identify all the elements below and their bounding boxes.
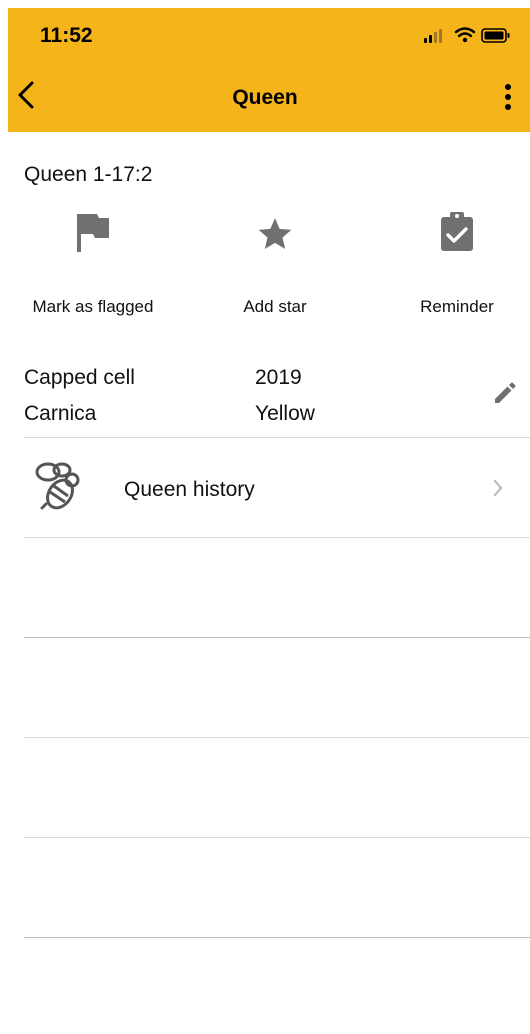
pencil-icon (495, 382, 516, 403)
mark-flagged-button[interactable]: Mark as flagged (18, 210, 168, 320)
divider (24, 737, 530, 738)
reminder-button[interactable]: Reminder (382, 210, 530, 320)
status-icons (422, 26, 512, 44)
queen-history-label: Queen history (124, 478, 255, 501)
queen-name: Queen 1-17:2 (24, 163, 153, 186)
chevron-right-icon (492, 478, 504, 498)
queen-history-row[interactable]: Queen history (0, 438, 530, 537)
edit-button[interactable] (492, 382, 516, 406)
star-icon (255, 214, 295, 259)
more-vertical-icon (505, 84, 511, 110)
more-options-button[interactable] (502, 82, 514, 112)
reminder-label: Reminder (420, 297, 494, 316)
status-indicators-icon (424, 27, 510, 43)
clipboard-check-icon (437, 210, 477, 261)
queen-color: Yellow (255, 402, 315, 425)
divider (24, 637, 530, 638)
divider (24, 537, 530, 538)
bee-icon (34, 460, 86, 512)
add-star-label: Add star (243, 297, 307, 316)
divider (24, 837, 530, 838)
queen-breed: Carnica (24, 402, 97, 425)
queen-year: 2019 (255, 366, 302, 389)
page-title: Queen (232, 86, 298, 109)
flag-icon (73, 210, 113, 261)
status-time: 11:52 (40, 24, 93, 47)
divider (24, 937, 530, 938)
mark-flagged-label: Mark as flagged (32, 297, 154, 316)
queen-origin: Capped cell (24, 366, 135, 389)
add-star-button[interactable]: Add star (200, 210, 350, 320)
